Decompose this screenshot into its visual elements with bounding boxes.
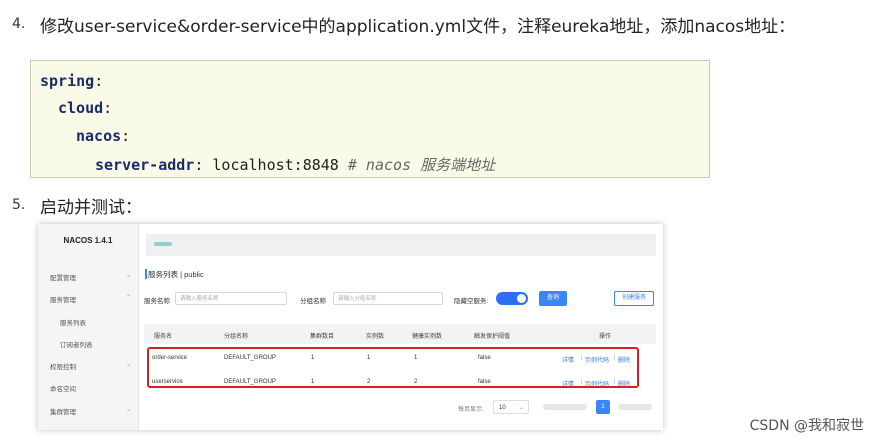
query-button[interactable]: 查询 [539,291,567,306]
top-bar [146,234,656,256]
title-marker [145,269,147,279]
sidebar: NACOS 1.4.1 配置管理 ⌄ 服务管理 ⌃ 服务列表 订阅者列表 权限控… [38,224,139,430]
menu-namespace[interactable]: 命名空间 [50,383,76,393]
nacos-console-screenshot: NACOS 1.4.1 配置管理 ⌄ 服务管理 ⌃ 服务列表 订阅者列表 权限控… [38,224,663,430]
code-line-1: spring: [40,72,104,90]
column-header: 实例数 [366,334,385,340]
group-name-label: 分组名称 [300,298,326,305]
pagination-next-blurred [618,404,652,410]
watermark: CSDN @我和寂世 [749,418,864,434]
nacos-logo: NACOS 1.4.1 [63,236,113,245]
service-name-input[interactable]: 请输入服务名称 [175,292,287,305]
code-line-4: server-addr: localhost:8848 # nacos 服务端地… [95,156,496,174]
chevron-up-icon: ⌃ [126,295,132,301]
current-page-button[interactable]: 1 [596,400,610,414]
menu-auth[interactable]: 权限控制 [50,361,76,371]
breadcrumb: 服务列表 | public [148,270,204,279]
code-block: spring: cloud: nacos: server-addr: local… [30,60,710,178]
column-header: 触发保护阈值 [474,334,511,340]
step-number: 4. [12,16,26,32]
service-name-label: 服务名称 [144,298,170,305]
menu-config[interactable]: 配置管理 [50,272,76,282]
table-header: 服务名 分组名称 集群数目 实例数 健康实例数 触发保护阈值 操作 [144,324,656,344]
chevron-down-icon: ⌄ [126,362,132,368]
pagination-prev-blurred [543,404,587,410]
menu-service-list[interactable]: 服务列表 [60,317,86,327]
column-header: 集群数目 [310,334,335,340]
page-size-value: 10 [499,405,506,411]
page-size-select[interactable]: 10 ⌄ [493,400,529,414]
page-size-label: 每页显示: [458,407,484,413]
menu-service[interactable]: 服务管理 [50,294,76,304]
column-header: 健康实例数 [412,334,443,340]
chevron-down-icon: ⌄ [126,273,132,279]
chevron-down-icon: ⌄ [126,407,132,413]
menu-cluster[interactable]: 集群管理 [50,406,76,416]
header-icon [154,242,172,246]
step-text: 修改user-service&order-service中的applicatio… [40,17,796,37]
group-name-input[interactable]: 请输入分组名称 [333,292,443,305]
code-line-3: nacos: [76,127,131,145]
highlight-box [147,347,639,388]
column-header: 分组名称 [224,334,249,340]
step-text: 启动并测试： [40,198,142,218]
step-number: 5. [12,197,26,213]
chevron-down-icon: ⌄ [518,405,524,411]
hide-empty-label: 隐藏空服务: [454,298,489,305]
code-line-2: cloud: [58,99,113,117]
hide-empty-toggle[interactable] [496,292,528,305]
menu-subscribers[interactable]: 订阅者列表 [60,339,93,349]
column-header: 操作 [599,334,612,340]
create-service-button[interactable]: 创建服务 [614,291,654,306]
column-header: 服务名 [154,334,173,340]
